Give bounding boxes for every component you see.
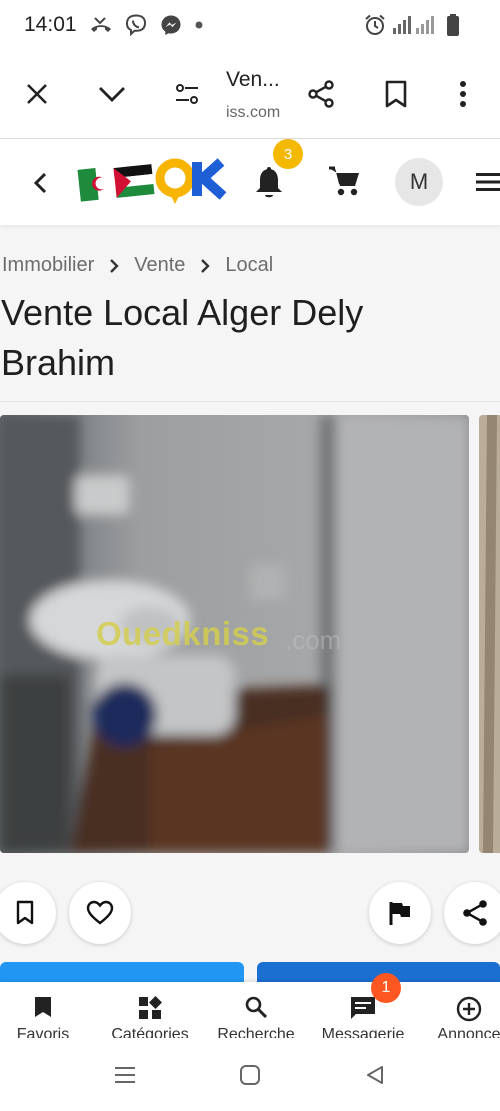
viber-icon xyxy=(123,12,149,38)
avatar[interactable]: M xyxy=(395,158,443,206)
notification-count-badge: 3 xyxy=(273,139,303,169)
url-text[interactable]: iss.com xyxy=(226,104,280,122)
flags-icon xyxy=(77,164,155,202)
android-nav-bar xyxy=(0,1038,500,1111)
battery-icon xyxy=(440,12,466,38)
flag-icon xyxy=(389,902,410,925)
back-chevron-icon[interactable] xyxy=(22,165,58,201)
status-bar: 14:01 xyxy=(0,0,500,50)
nav-label: Catégories xyxy=(111,1026,189,1038)
back-icon[interactable] xyxy=(360,1060,390,1090)
favorite-button[interactable] xyxy=(69,882,131,944)
message-count-badge: 1 xyxy=(371,973,401,1003)
nav-favoris[interactable]: Favoris xyxy=(0,982,93,1038)
home-icon[interactable] xyxy=(235,1060,265,1090)
notification-bell-icon[interactable] xyxy=(250,163,288,203)
search-icon xyxy=(206,996,306,1018)
avatar-letter: M xyxy=(409,169,429,194)
missed-call-icon xyxy=(88,12,114,38)
listing-photo-next[interactable] xyxy=(479,415,500,853)
add-circle-icon xyxy=(419,996,500,1022)
nav-annonce[interactable]: Annonce xyxy=(419,982,500,1038)
bookmark-icon xyxy=(0,996,93,1018)
report-button[interactable] xyxy=(369,882,431,944)
tune-icon[interactable] xyxy=(165,72,209,116)
cart-icon[interactable] xyxy=(324,161,364,201)
bookmark-icon[interactable] xyxy=(374,72,418,116)
status-time: 14:01 xyxy=(24,13,77,36)
nav-label: Annonce xyxy=(437,1026,500,1038)
ok-logo-icon xyxy=(155,158,227,204)
chevron-right-icon xyxy=(199,258,211,274)
close-icon[interactable] xyxy=(15,72,59,116)
nav-label: Messagerie xyxy=(321,1026,405,1038)
listing-title: Vente Local Alger Dely Brahim xyxy=(1,292,364,383)
bookmark-icon xyxy=(16,900,34,925)
chat-icon xyxy=(313,996,413,1020)
nav-recherche[interactable]: Recherche xyxy=(206,982,306,1038)
share-button[interactable] xyxy=(444,882,500,944)
alarm-icon xyxy=(362,12,388,38)
site-header: 3 M xyxy=(0,139,500,225)
heart-icon xyxy=(86,900,114,925)
dot-icon xyxy=(186,12,212,38)
more-vert-icon[interactable] xyxy=(441,72,485,116)
breadcrumb: Immobilier Vente Local xyxy=(2,254,273,277)
breadcrumb-item-local[interactable]: Local xyxy=(225,254,273,277)
messenger-icon xyxy=(158,12,184,38)
share-icon[interactable] xyxy=(299,72,343,116)
page-title-tab[interactable]: Ven... xyxy=(226,68,280,92)
save-button[interactable] xyxy=(0,882,56,944)
signal-icon xyxy=(392,12,438,38)
breadcrumb-item-vente[interactable]: Vente xyxy=(134,254,185,277)
nav-label: Recherche xyxy=(217,1026,295,1038)
nav-label: Favoris xyxy=(16,1026,70,1038)
listing-photo[interactable]: Ouedkniss .com xyxy=(0,415,469,853)
categories-icon xyxy=(100,996,200,1020)
site-logo[interactable] xyxy=(74,153,234,211)
browser-toolbar: Ven... iss.com xyxy=(0,50,500,138)
chevron-right-icon xyxy=(108,258,120,274)
share-icon xyxy=(463,900,487,926)
menu-icon[interactable] xyxy=(474,165,500,199)
photo-watermark-suffix: .com xyxy=(285,625,342,655)
chevron-down-icon[interactable] xyxy=(90,72,134,116)
bottom-nav: Favoris Catégories Recherche Messagerie … xyxy=(0,982,500,1038)
nav-categories[interactable]: Catégories xyxy=(100,982,200,1038)
photo-watermark: Ouedkniss xyxy=(96,615,270,652)
breadcrumb-item-immobilier[interactable]: Immobilier xyxy=(2,254,94,277)
recents-icon[interactable] xyxy=(110,1060,140,1090)
